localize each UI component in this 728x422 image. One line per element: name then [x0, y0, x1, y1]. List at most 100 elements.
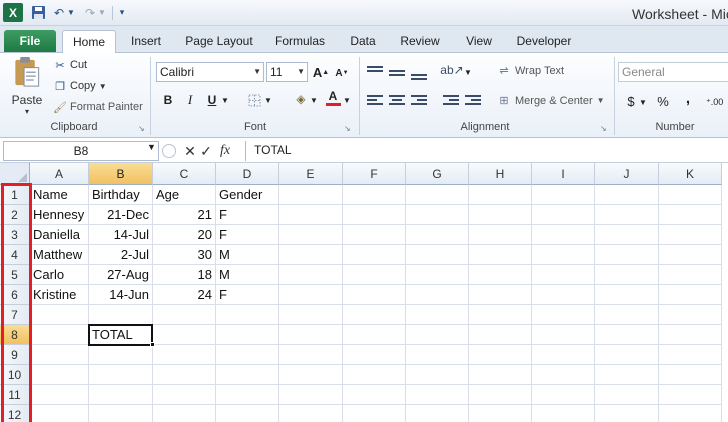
format-painter-button[interactable]: 🖌 Format Painter — [52, 99, 143, 115]
column-header-f[interactable]: F — [343, 163, 406, 185]
tab-home[interactable]: Home — [62, 30, 116, 54]
excel-logo-icon[interactable]: X — [3, 3, 23, 22]
cell-a1[interactable]: Name — [30, 185, 89, 205]
cell-d7[interactable] — [216, 305, 279, 325]
cell-g5[interactable] — [406, 265, 469, 285]
cell-h10[interactable] — [469, 365, 532, 385]
cell-g9[interactable] — [406, 345, 469, 365]
customize-toolbar-icon[interactable]: ▾ — [117, 3, 127, 22]
cell-i4[interactable] — [532, 245, 595, 265]
cell-i1[interactable] — [532, 185, 595, 205]
cell-k1[interactable] — [659, 185, 722, 205]
cell-a5[interactable]: Carlo — [30, 265, 89, 285]
cell-i12[interactable] — [532, 405, 595, 422]
cell-k5[interactable] — [659, 265, 722, 285]
cell-c12[interactable] — [153, 405, 216, 422]
cell-b10[interactable] — [89, 365, 153, 385]
cell-f3[interactable] — [343, 225, 406, 245]
merge-center-button[interactable]: ⊞ Merge & Center ▼ — [496, 94, 604, 108]
cell-j2[interactable] — [595, 205, 659, 225]
cell-h3[interactable] — [469, 225, 532, 245]
cell-k11[interactable] — [659, 385, 722, 405]
formula-bar-handle-icon[interactable] — [162, 144, 176, 158]
cell-e9[interactable] — [279, 345, 343, 365]
decrease-indent-icon[interactable] — [443, 93, 459, 107]
borders-dropdown-icon[interactable]: ▼ — [263, 91, 273, 109]
cell-h6[interactable] — [469, 285, 532, 305]
cell-e12[interactable] — [279, 405, 343, 422]
cell-b5[interactable]: 27-Aug — [89, 265, 153, 285]
align-middle-icon[interactable] — [389, 68, 405, 78]
currency-dropdown-icon[interactable]: ▼ — [638, 93, 648, 111]
paste-button[interactable]: Paste ▾ — [8, 56, 46, 116]
cell-i7[interactable] — [532, 305, 595, 325]
cell-d4[interactable]: M — [216, 245, 279, 265]
tab-file[interactable]: File — [4, 30, 56, 52]
underline-dropdown-icon[interactable]: ▼ — [220, 91, 230, 109]
cell-a11[interactable] — [30, 385, 89, 405]
align-right-icon[interactable] — [411, 93, 427, 107]
cell-g1[interactable] — [406, 185, 469, 205]
cell-k9[interactable] — [659, 345, 722, 365]
cell-e10[interactable] — [279, 365, 343, 385]
cell-j9[interactable] — [595, 345, 659, 365]
column-header-h[interactable]: H — [469, 163, 532, 185]
tab-formulas[interactable]: Formulas — [272, 30, 328, 52]
cell-d5[interactable]: M — [216, 265, 279, 285]
tab-view[interactable]: View — [461, 30, 497, 52]
cell-j1[interactable] — [595, 185, 659, 205]
percent-button[interactable]: % — [654, 92, 672, 110]
column-header-g[interactable]: G — [406, 163, 469, 185]
cell-a7[interactable] — [30, 305, 89, 325]
cell-h7[interactable] — [469, 305, 532, 325]
cell-b7[interactable] — [89, 305, 153, 325]
cell-c5[interactable]: 18 — [153, 265, 216, 285]
cell-j3[interactable] — [595, 225, 659, 245]
cell-i10[interactable] — [532, 365, 595, 385]
cell-f11[interactable] — [343, 385, 406, 405]
cell-j5[interactable] — [595, 265, 659, 285]
cell-c3[interactable]: 20 — [153, 225, 216, 245]
cell-k10[interactable] — [659, 365, 722, 385]
cell-i3[interactable] — [532, 225, 595, 245]
shrink-font-button[interactable]: A ▼ — [333, 64, 351, 82]
redo-dropdown-icon[interactable]: ▼ — [98, 3, 106, 22]
cell-b1[interactable]: Birthday — [89, 185, 153, 205]
alignment-launcher-icon[interactable]: ↘ — [600, 124, 607, 133]
underline-button[interactable]: U — [203, 91, 221, 109]
column-header-b[interactable]: B — [89, 163, 153, 185]
cell-f2[interactable] — [343, 205, 406, 225]
cell-a4[interactable]: Matthew — [30, 245, 89, 265]
cell-g7[interactable] — [406, 305, 469, 325]
cell-e2[interactable] — [279, 205, 343, 225]
cell-e11[interactable] — [279, 385, 343, 405]
cell-e1[interactable] — [279, 185, 343, 205]
cell-b3[interactable]: 14-Jul — [89, 225, 153, 245]
clipboard-launcher-icon[interactable]: ↘ — [138, 124, 145, 133]
cell-b4[interactable]: 2-Jul — [89, 245, 153, 265]
tab-page-layout[interactable]: Page Layout — [184, 30, 254, 52]
cell-c1[interactable]: Age — [153, 185, 216, 205]
column-header-k[interactable]: K — [659, 163, 722, 185]
font-color-dropdown-icon[interactable]: ▼ — [342, 91, 352, 109]
cell-a9[interactable] — [30, 345, 89, 365]
cell-h2[interactable] — [469, 205, 532, 225]
cell-i6[interactable] — [532, 285, 595, 305]
cell-h9[interactable] — [469, 345, 532, 365]
fill-color-icon[interactable]: ◈ — [292, 90, 310, 108]
tab-data[interactable]: Data — [345, 30, 381, 52]
cell-a12[interactable] — [30, 405, 89, 422]
worksheet-grid[interactable]: ABCDEFGHIJK 1 2 3 4 5 6 7 8 9 10 11 12 Name Birthday… — [0, 163, 728, 422]
formula-input[interactable]: TOTAL — [245, 141, 727, 161]
cell-a3[interactable]: Daniella — [30, 225, 89, 245]
orientation-icon[interactable]: ab↗ — [440, 61, 463, 79]
cell-g3[interactable] — [406, 225, 469, 245]
cell-g11[interactable] — [406, 385, 469, 405]
cell-e5[interactable] — [279, 265, 343, 285]
cell-b2[interactable]: 21-Dec — [89, 205, 153, 225]
cell-c11[interactable] — [153, 385, 216, 405]
cell-e8[interactable] — [279, 325, 343, 345]
cell-e4[interactable] — [279, 245, 343, 265]
cell-j11[interactable] — [595, 385, 659, 405]
cell-f1[interactable] — [343, 185, 406, 205]
